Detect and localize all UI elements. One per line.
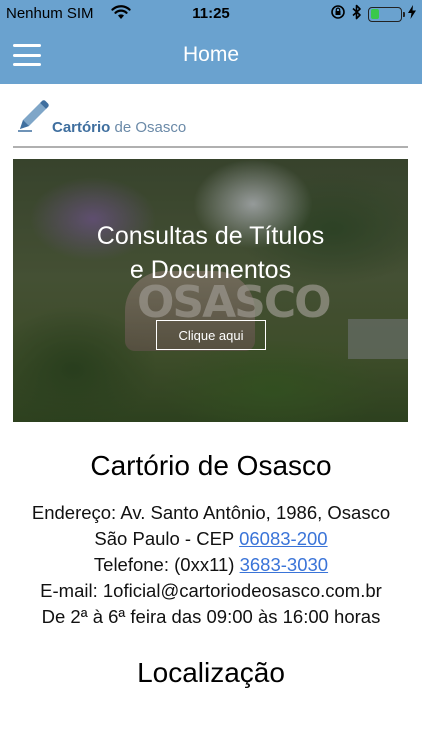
page-title: Home: [182, 43, 240, 66]
bluetooth-icon: [352, 4, 362, 24]
header-divider: [13, 146, 408, 148]
logo-text-rest: de Osasco: [110, 119, 187, 136]
city-cep-line: São Paulo - CEP 06083-200: [94, 528, 328, 549]
logo-text: Cartório de Osasco: [52, 119, 186, 138]
cartorio-logo: Cartório de Osasco: [16, 99, 186, 138]
email-line: E-mail: 1oficial@cartoriodeosasco.com.br: [40, 580, 382, 601]
banner-title: Consultas de Títulos e Documentos: [13, 219, 408, 287]
charging-icon: [408, 5, 416, 23]
phone-link[interactable]: 3683-3030: [240, 554, 328, 575]
status-bar: Nenhum SIM 11:25: [0, 0, 422, 28]
address-line: Endereço: Av. Santo Antônio, 1986, Osasc…: [31, 502, 391, 523]
banner-title-line2: e Documentos: [129, 256, 292, 284]
cep-link[interactable]: 06083-200: [239, 528, 327, 549]
battery-fill: [370, 9, 380, 19]
contact-info: Endereço: Av. Santo Antônio, 1986, Osasc…: [0, 500, 422, 630]
location-section-title: Localização: [137, 657, 285, 688]
pencil-icon: [16, 99, 50, 138]
battery-indicator: [368, 6, 405, 22]
logo-text-bold: Cartório: [52, 119, 111, 136]
clique-aqui-button[interactable]: Clique aqui: [156, 320, 266, 350]
navigation-bar: Home: [0, 28, 422, 84]
orientation-lock-icon: [330, 4, 346, 24]
consultas-banner[interactable]: OSASCO Consultas de Títulos e Documentos…: [13, 159, 408, 422]
banner-title-line1: Consultas de Títulos: [96, 222, 325, 250]
organization-name: Cartório de Osasco: [90, 450, 332, 481]
hours-line: De 2ª à 6ª feira das 09:00 às 16:00 hora…: [41, 606, 381, 627]
phone-line: Telefone: (0xx11) 3683-3030: [93, 554, 329, 575]
